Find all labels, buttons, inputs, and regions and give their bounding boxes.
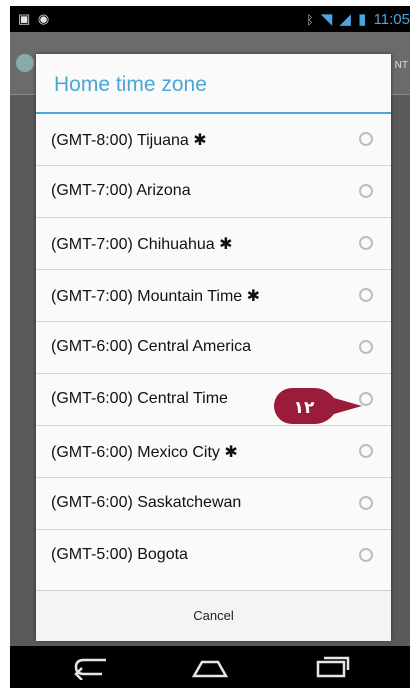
dialog-title-bar: Home time zone	[36, 54, 391, 114]
option-label: (GMT-7:00) Chihuahua	[51, 236, 215, 253]
phone-screen: ▣ ◉ ᛒ ◥ ◢ ▮ 11:05 NT Home time zone (GMT…	[10, 6, 410, 688]
status-bar: ▣ ◉ ᛒ ◥ ◢ ▮ 11:05	[10, 6, 410, 32]
timezone-option[interactable]: (GMT-6:00) Mexico City ✱	[36, 426, 391, 478]
timezone-option[interactable]: (GMT-6:00) Central America	[36, 322, 391, 374]
timezone-option[interactable]: (GMT-7:00) Chihuahua ✱	[36, 218, 391, 270]
radio-button[interactable]	[359, 444, 373, 458]
back-icon[interactable]	[68, 654, 112, 680]
background-tab-text: NT	[394, 60, 408, 71]
cancel-label: Cancel	[193, 608, 234, 623]
timezone-option[interactable]: (GMT-6:00) Saskatchewan	[36, 478, 391, 530]
radio-button[interactable]	[359, 288, 373, 302]
signal-icon: ◢	[339, 11, 351, 28]
dialog-title: Home time zone	[54, 73, 207, 96]
dst-icon: ✱	[224, 444, 238, 461]
timezone-option[interactable]: (GMT-7:00) Arizona	[36, 166, 391, 218]
radio-button[interactable]	[359, 340, 373, 354]
radio-button[interactable]	[359, 496, 373, 510]
option-label: (GMT-5:00) Bogota	[51, 546, 188, 563]
dst-icon: ✱	[219, 236, 233, 253]
radio-button[interactable]	[359, 548, 373, 562]
cancel-button[interactable]: Cancel	[36, 590, 391, 641]
home-icon[interactable]	[188, 654, 232, 680]
step-callout: ۱۲	[274, 388, 364, 424]
bluetooth-icon: ᛒ	[306, 13, 314, 27]
timezone-list: (GMT-8:00) Tijuana ✱ (GMT-7:00) Arizona …	[36, 114, 391, 581]
callout-arrow-icon: ۱۲	[274, 388, 362, 424]
radio-button[interactable]	[359, 184, 373, 198]
timezone-option[interactable]: (GMT-8:00) Tijuana ✱	[36, 114, 391, 166]
status-time: 11:05	[373, 11, 410, 28]
dst-icon: ✱	[193, 132, 207, 149]
radio-button[interactable]	[359, 236, 373, 250]
radio-button[interactable]	[359, 132, 373, 146]
option-label: (GMT-7:00) Mountain Time	[51, 288, 243, 305]
wifi-icon: ◥	[320, 11, 333, 28]
callout-number: ۱۲	[294, 398, 315, 418]
option-label: (GMT-6:00) Central America	[51, 338, 252, 355]
image-icon: ▣	[18, 11, 33, 26]
battery-icon: ▮	[358, 11, 367, 28]
option-label: (GMT-6:00) Mexico City	[51, 444, 220, 461]
recent-apps-icon[interactable]	[310, 654, 354, 680]
app-icon	[16, 54, 34, 72]
option-label: (GMT-6:00) Saskatchewan	[51, 494, 242, 511]
option-label: (GMT-8:00) Tijuana	[51, 132, 189, 149]
gamepad-icon: ◉	[37, 11, 52, 26]
navigation-bar	[10, 646, 410, 688]
timezone-option[interactable]: (GMT-7:00) Mountain Time ✱	[36, 270, 391, 322]
dst-icon: ✱	[246, 288, 261, 305]
timezone-option[interactable]: (GMT-5:00) Bogota	[36, 530, 391, 581]
option-label: (GMT-7:00) Arizona	[51, 182, 191, 199]
option-label: (GMT-6:00) Central Time	[51, 390, 228, 407]
timezone-dialog: Home time zone (GMT-8:00) Tijuana ✱ (GMT…	[36, 54, 391, 641]
